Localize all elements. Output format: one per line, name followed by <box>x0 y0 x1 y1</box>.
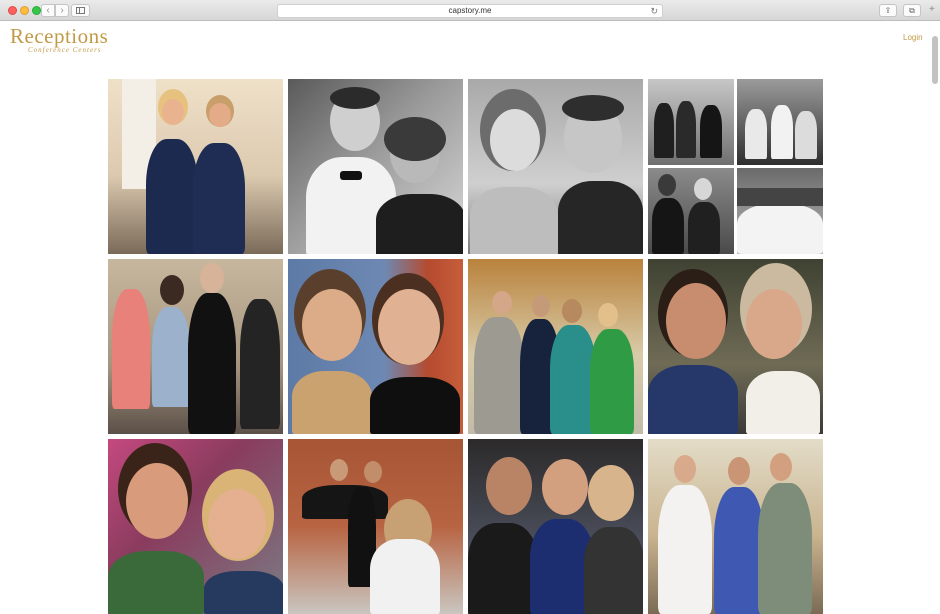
chevron-left-icon: ‹ <box>46 5 50 16</box>
url-text: capstory.me <box>448 6 492 15</box>
share-button[interactable]: ⇪ <box>879 4 897 17</box>
photo-tile[interactable] <box>648 259 823 434</box>
show-tabs-button[interactable]: ⧉ <box>903 4 921 17</box>
photo-gallery <box>108 79 824 614</box>
site-logo[interactable]: Receptions Conference Centers <box>10 24 109 55</box>
photo-tile[interactable] <box>648 79 823 254</box>
login-link[interactable]: Login <box>903 33 923 42</box>
photo-icon <box>648 79 823 254</box>
sidebar-icon <box>76 7 85 14</box>
share-icon: ⇪ <box>884 6 892 15</box>
photo-tile[interactable] <box>288 79 463 254</box>
close-window-button[interactable] <box>8 6 17 15</box>
new-tab-button[interactable]: + <box>929 5 935 15</box>
reload-icon[interactable]: ↻ <box>650 5 658 17</box>
chevron-right-icon: › <box>60 5 64 16</box>
photo-tile[interactable] <box>468 79 643 254</box>
logo-wordmark: Receptions <box>10 24 109 48</box>
photo-tile[interactable] <box>108 79 283 254</box>
plus-icon: + <box>929 4 935 15</box>
sidebar-toggle-button[interactable] <box>71 4 90 17</box>
logo-tagline: Conference Centers <box>28 46 102 54</box>
page-scrollbar[interactable] <box>932 36 938 84</box>
tabs-icon: ⧉ <box>909 6 915 15</box>
photo-tile[interactable] <box>108 259 283 434</box>
forward-button[interactable]: › <box>55 4 69 17</box>
address-bar[interactable]: capstory.me ↻ <box>277 4 663 18</box>
minimize-window-button[interactable] <box>20 6 29 15</box>
back-button[interactable]: ‹ <box>41 4 55 17</box>
maximize-window-button[interactable] <box>32 6 41 15</box>
photo-tile[interactable] <box>288 259 463 434</box>
photo-tile[interactable] <box>468 259 643 434</box>
browser-toolbar: ‹ › capstory.me ↻ ⇪ ⧉ + <box>0 0 940 21</box>
